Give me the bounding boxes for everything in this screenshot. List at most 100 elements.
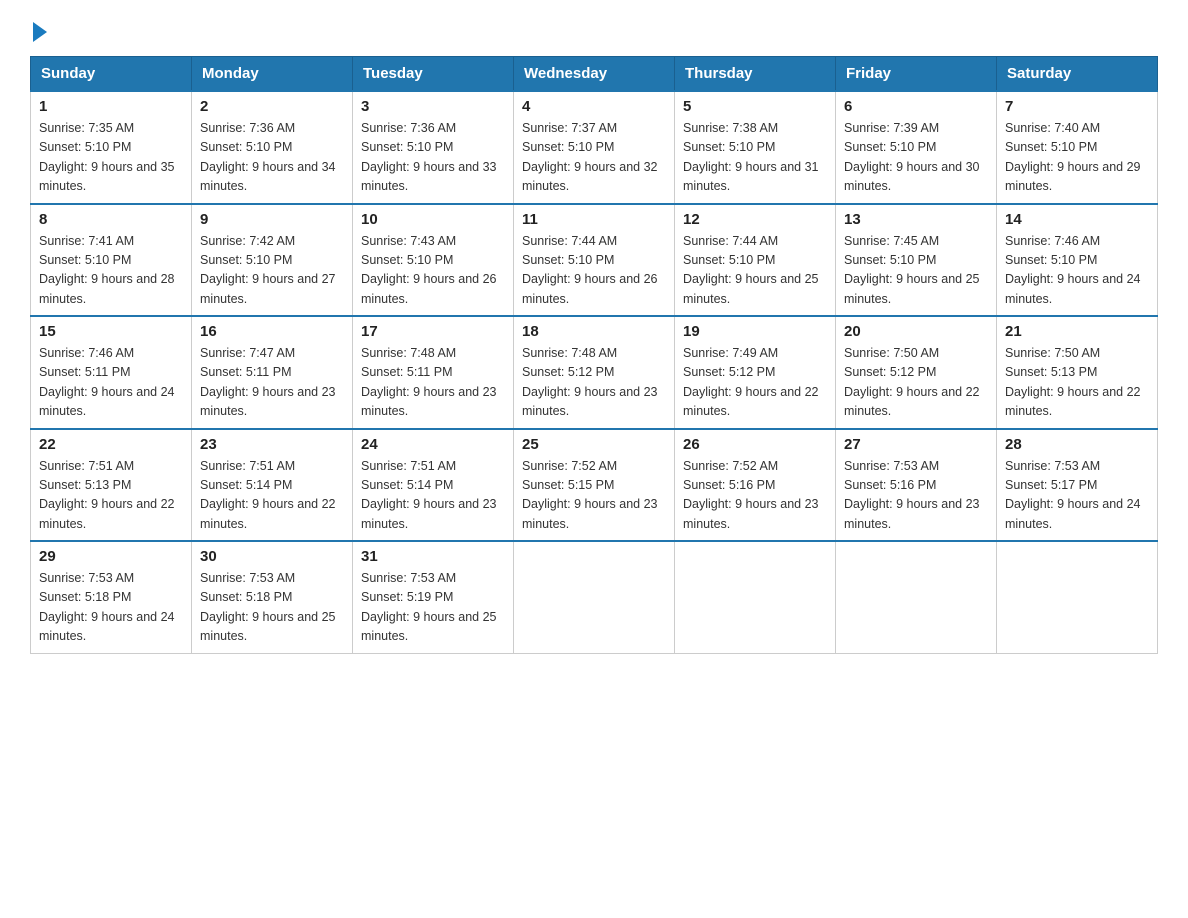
calendar-day-cell [514,541,675,653]
calendar-day-cell: 18 Sunrise: 7:48 AMSunset: 5:12 PMDaylig… [514,316,675,429]
day-number: 16 [200,323,344,340]
weekday-header-wednesday: Wednesday [514,57,675,92]
weekday-header-saturday: Saturday [997,57,1158,92]
day-info: Sunrise: 7:36 AMSunset: 5:10 PMDaylight:… [361,121,497,193]
calendar-day-cell: 23 Sunrise: 7:51 AMSunset: 5:14 PMDaylig… [192,429,353,542]
calendar-week-row: 15 Sunrise: 7:46 AMSunset: 5:11 PMDaylig… [31,316,1158,429]
day-number: 11 [522,211,666,228]
calendar-day-cell: 6 Sunrise: 7:39 AMSunset: 5:10 PMDayligh… [836,91,997,204]
calendar-day-cell: 13 Sunrise: 7:45 AMSunset: 5:10 PMDaylig… [836,204,997,317]
day-number: 12 [683,211,827,228]
day-number: 8 [39,211,183,228]
calendar-week-row: 29 Sunrise: 7:53 AMSunset: 5:18 PMDaylig… [31,541,1158,653]
weekday-header-thursday: Thursday [675,57,836,92]
calendar-day-cell: 11 Sunrise: 7:44 AMSunset: 5:10 PMDaylig… [514,204,675,317]
day-info: Sunrise: 7:49 AMSunset: 5:12 PMDaylight:… [683,346,819,418]
calendar-week-row: 1 Sunrise: 7:35 AMSunset: 5:10 PMDayligh… [31,91,1158,204]
day-info: Sunrise: 7:51 AMSunset: 5:13 PMDaylight:… [39,459,175,531]
day-info: Sunrise: 7:50 AMSunset: 5:12 PMDaylight:… [844,346,980,418]
day-number: 29 [39,548,183,565]
day-number: 18 [522,323,666,340]
calendar-day-cell: 2 Sunrise: 7:36 AMSunset: 5:10 PMDayligh… [192,91,353,204]
day-info: Sunrise: 7:48 AMSunset: 5:12 PMDaylight:… [522,346,658,418]
calendar-week-row: 8 Sunrise: 7:41 AMSunset: 5:10 PMDayligh… [31,204,1158,317]
day-info: Sunrise: 7:44 AMSunset: 5:10 PMDaylight:… [522,234,658,306]
calendar-day-cell: 22 Sunrise: 7:51 AMSunset: 5:13 PMDaylig… [31,429,192,542]
day-info: Sunrise: 7:36 AMSunset: 5:10 PMDaylight:… [200,121,336,193]
calendar-day-cell: 7 Sunrise: 7:40 AMSunset: 5:10 PMDayligh… [997,91,1158,204]
day-number: 26 [683,436,827,453]
calendar-day-cell [997,541,1158,653]
weekday-header-sunday: Sunday [31,57,192,92]
day-number: 5 [683,98,827,115]
calendar-day-cell: 27 Sunrise: 7:53 AMSunset: 5:16 PMDaylig… [836,429,997,542]
day-info: Sunrise: 7:52 AMSunset: 5:15 PMDaylight:… [522,459,658,531]
day-info: Sunrise: 7:51 AMSunset: 5:14 PMDaylight:… [361,459,497,531]
day-info: Sunrise: 7:46 AMSunset: 5:11 PMDaylight:… [39,346,175,418]
day-number: 21 [1005,323,1149,340]
calendar-table: SundayMondayTuesdayWednesdayThursdayFrid… [30,56,1158,654]
day-info: Sunrise: 7:53 AMSunset: 5:16 PMDaylight:… [844,459,980,531]
day-number: 25 [522,436,666,453]
day-info: Sunrise: 7:43 AMSunset: 5:10 PMDaylight:… [361,234,497,306]
calendar-day-cell: 19 Sunrise: 7:49 AMSunset: 5:12 PMDaylig… [675,316,836,429]
weekday-header-row: SundayMondayTuesdayWednesdayThursdayFrid… [31,57,1158,92]
calendar-day-cell: 8 Sunrise: 7:41 AMSunset: 5:10 PMDayligh… [31,204,192,317]
day-info: Sunrise: 7:38 AMSunset: 5:10 PMDaylight:… [683,121,819,193]
day-number: 2 [200,98,344,115]
day-number: 22 [39,436,183,453]
logo-arrow-icon [33,22,47,42]
day-number: 19 [683,323,827,340]
day-info: Sunrise: 7:50 AMSunset: 5:13 PMDaylight:… [1005,346,1141,418]
calendar-day-cell: 31 Sunrise: 7:53 AMSunset: 5:19 PMDaylig… [353,541,514,653]
day-info: Sunrise: 7:37 AMSunset: 5:10 PMDaylight:… [522,121,658,193]
calendar-day-cell: 12 Sunrise: 7:44 AMSunset: 5:10 PMDaylig… [675,204,836,317]
day-number: 7 [1005,98,1149,115]
day-number: 13 [844,211,988,228]
calendar-day-cell: 20 Sunrise: 7:50 AMSunset: 5:12 PMDaylig… [836,316,997,429]
day-number: 27 [844,436,988,453]
calendar-day-cell: 3 Sunrise: 7:36 AMSunset: 5:10 PMDayligh… [353,91,514,204]
day-number: 9 [200,211,344,228]
day-info: Sunrise: 7:41 AMSunset: 5:10 PMDaylight:… [39,234,175,306]
weekday-header-friday: Friday [836,57,997,92]
day-number: 4 [522,98,666,115]
calendar-day-cell: 28 Sunrise: 7:53 AMSunset: 5:17 PMDaylig… [997,429,1158,542]
day-info: Sunrise: 7:44 AMSunset: 5:10 PMDaylight:… [683,234,819,306]
day-info: Sunrise: 7:53 AMSunset: 5:17 PMDaylight:… [1005,459,1141,531]
day-number: 3 [361,98,505,115]
calendar-day-cell: 29 Sunrise: 7:53 AMSunset: 5:18 PMDaylig… [31,541,192,653]
calendar-day-cell: 4 Sunrise: 7:37 AMSunset: 5:10 PMDayligh… [514,91,675,204]
day-number: 17 [361,323,505,340]
day-info: Sunrise: 7:51 AMSunset: 5:14 PMDaylight:… [200,459,336,531]
day-number: 6 [844,98,988,115]
day-number: 14 [1005,211,1149,228]
calendar-day-cell: 10 Sunrise: 7:43 AMSunset: 5:10 PMDaylig… [353,204,514,317]
logo [30,20,47,40]
day-info: Sunrise: 7:46 AMSunset: 5:10 PMDaylight:… [1005,234,1141,306]
day-info: Sunrise: 7:52 AMSunset: 5:16 PMDaylight:… [683,459,819,531]
calendar-day-cell: 21 Sunrise: 7:50 AMSunset: 5:13 PMDaylig… [997,316,1158,429]
calendar-day-cell: 16 Sunrise: 7:47 AMSunset: 5:11 PMDaylig… [192,316,353,429]
day-info: Sunrise: 7:53 AMSunset: 5:18 PMDaylight:… [200,571,336,643]
day-number: 30 [200,548,344,565]
day-number: 31 [361,548,505,565]
weekday-header-monday: Monday [192,57,353,92]
calendar-day-cell [836,541,997,653]
calendar-day-cell: 24 Sunrise: 7:51 AMSunset: 5:14 PMDaylig… [353,429,514,542]
calendar-day-cell: 26 Sunrise: 7:52 AMSunset: 5:16 PMDaylig… [675,429,836,542]
calendar-day-cell: 15 Sunrise: 7:46 AMSunset: 5:11 PMDaylig… [31,316,192,429]
day-info: Sunrise: 7:40 AMSunset: 5:10 PMDaylight:… [1005,121,1141,193]
day-number: 23 [200,436,344,453]
calendar-week-row: 22 Sunrise: 7:51 AMSunset: 5:13 PMDaylig… [31,429,1158,542]
calendar-day-cell: 17 Sunrise: 7:48 AMSunset: 5:11 PMDaylig… [353,316,514,429]
day-info: Sunrise: 7:39 AMSunset: 5:10 PMDaylight:… [844,121,980,193]
day-info: Sunrise: 7:53 AMSunset: 5:19 PMDaylight:… [361,571,497,643]
day-number: 1 [39,98,183,115]
calendar-day-cell: 1 Sunrise: 7:35 AMSunset: 5:10 PMDayligh… [31,91,192,204]
day-info: Sunrise: 7:45 AMSunset: 5:10 PMDaylight:… [844,234,980,306]
day-info: Sunrise: 7:42 AMSunset: 5:10 PMDaylight:… [200,234,336,306]
day-info: Sunrise: 7:35 AMSunset: 5:10 PMDaylight:… [39,121,175,193]
weekday-header-tuesday: Tuesday [353,57,514,92]
calendar-day-cell: 5 Sunrise: 7:38 AMSunset: 5:10 PMDayligh… [675,91,836,204]
